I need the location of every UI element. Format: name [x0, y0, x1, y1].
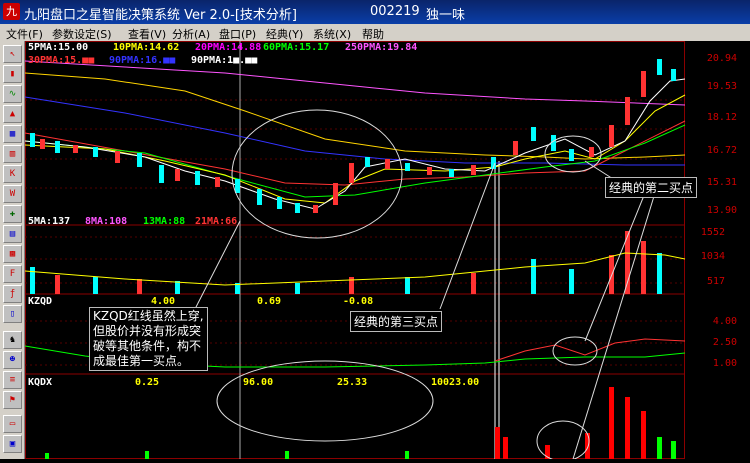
price-axis-label: 19.53 [706, 81, 737, 92]
pointer-line [584, 192, 646, 342]
kzqd-axis-label: 1.00 [712, 358, 737, 369]
app-logo-icon: 九 [3, 3, 20, 20]
kzqd-axis-label: 4.00 [712, 316, 737, 327]
flag-icon[interactable]: ⚑ [3, 391, 22, 409]
ma250-line [24, 60, 686, 106]
kqdx-value: 10023.00 [431, 377, 480, 388]
window-icon[interactable]: ▭ [3, 415, 22, 433]
ma-extra-label: 90PMA:1■.■■ [191, 55, 258, 66]
menu-classic[interactable]: 经典(Y) [266, 26, 303, 42]
ma250-label: 250PMA:19.84 [345, 42, 418, 53]
menu-bar: 文件(F) 参数设定(S) 查看(V) 分析(A) 盘口(P) 经典(Y) 系统… [0, 24, 750, 41]
ma10-label: 10PMA:14.62 [113, 42, 180, 53]
bar-icon[interactable]: ▥ [3, 145, 22, 163]
chart-canvas[interactable] [24, 41, 750, 462]
kqdx-bars [45, 387, 676, 459]
vol-ma13-label: 13MA:88 [143, 216, 186, 227]
kzqd-note-line: 成最佳第一买点。 [93, 354, 190, 368]
f10-icon[interactable]: F [3, 265, 22, 283]
menu-file[interactable]: 文件(F) [6, 26, 43, 42]
stat-icon[interactable]: ▩ [3, 245, 22, 263]
menu-view[interactable]: 查看(V) [128, 26, 166, 42]
cfg-icon[interactable]: ▣ [3, 435, 22, 453]
window-title: 九阳盘口之星智能决策系统 Ver 2.0-[技术分析] [24, 8, 298, 23]
ma20-label: 20PMA:14.88 [195, 42, 262, 53]
tick-icon[interactable]: ♞ [3, 331, 22, 349]
kzqd-title: KZQD [28, 296, 53, 307]
price-axis-label: 20.94 [706, 53, 737, 64]
candle-icon[interactable]: ▮ [3, 65, 22, 83]
menu-settings[interactable]: 参数设定(S) [52, 26, 112, 42]
second-buy-note: 经典的第二买点 [605, 177, 698, 198]
vol-ma21-label: 21MA:66 [195, 216, 238, 227]
list-icon[interactable]: ≡ [3, 371, 22, 389]
ma10-line [24, 94, 686, 204]
kqdx-title: KQDX [28, 377, 53, 388]
ma30-label: 30PMA:15.■■ [28, 55, 95, 66]
chart-icon[interactable]: ▦ [3, 125, 22, 143]
ma5-label: 5PMA:15.00 [28, 42, 89, 53]
pointer-line [194, 220, 241, 310]
ma90-line [24, 96, 685, 166]
grid-icon[interactable]: ▤ [3, 225, 22, 243]
kzqd-value: -0.08 [343, 296, 374, 307]
cursor-icon[interactable]: ↖ [3, 45, 22, 63]
ma90-label: 90PMA:16.■■ [109, 55, 176, 66]
chart-area[interactable]: 5PMA:15.00 10PMA:14.62 20PMA:14.88 60PMA… [24, 41, 750, 462]
kqdx-value: 0.25 [135, 377, 160, 388]
volume-bars [30, 231, 662, 294]
kzqd-value: 4.00 [151, 296, 176, 307]
ma60-line [24, 124, 686, 198]
menu-analysis[interactable]: 分析(A) [172, 26, 210, 42]
kzqd-value: 0.69 [257, 296, 282, 307]
panel-border [25, 41, 685, 459]
price-axis-label: 13.90 [706, 205, 737, 216]
vol-axis-label: 517 [706, 276, 725, 287]
tool-icon[interactable]: ✚ [3, 205, 22, 223]
vol-ma5-label: 5MA:137 [28, 216, 71, 227]
people-icon[interactable]: ☻ [3, 351, 22, 369]
vol-axis-label: 1034 [700, 251, 725, 262]
menu-system[interactable]: 系统(X) [313, 26, 351, 42]
indicator-icon[interactable]: ▲ [3, 105, 22, 123]
ellipse-highlight [536, 420, 590, 462]
kzqd-note-line: 但股价并没有形成突 [93, 324, 202, 338]
ellipse-highlight [216, 360, 434, 442]
menu-panel[interactable]: 盘口(P) [219, 26, 256, 42]
w-icon[interactable]: W [3, 185, 22, 203]
kzqd-note-line: 破等其他条件，构不 [93, 339, 202, 353]
vol-axis-label: 1552 [700, 227, 725, 238]
line-icon[interactable]: ∿ [3, 85, 22, 103]
ma60-label: 60PMA:15.17 [263, 42, 330, 53]
left-toolbar: ↖ ▮ ∿ ▲ ▦ ▥ K W ✚ ▤ ▩ F ƒ ▯ ♞ ☻ ≡ ⚑ ▭ ▣ [0, 41, 25, 459]
volume-ma-line [24, 252, 686, 286]
kzqd-axis-label: 2.50 [712, 337, 737, 348]
doc-icon[interactable]: ▯ [3, 305, 22, 323]
menu-help[interactable]: 帮助 [362, 26, 384, 42]
pointer-line [439, 162, 496, 310]
kqdx-value: 96.00 [243, 377, 274, 388]
stock-code: 002219 [370, 4, 420, 19]
price-axis-label: 16.72 [706, 145, 737, 156]
f-icon[interactable]: ƒ [3, 285, 22, 303]
kzqd-note-line: KZQD红线虽然上穿, [93, 309, 204, 323]
kzqd-note: KZQD红线虽然上穿, 但股价并没有形成突 破等其他条件，构不 成最佳第一买点。 [89, 307, 208, 371]
kqdx-value: 25.33 [337, 377, 368, 388]
kzqd-red-line [494, 338, 686, 362]
vol-ma8-label: 8MA:108 [85, 216, 128, 227]
title-bar: 九 九阳盘口之星智能决策系统 Ver 2.0-[技术分析] 002219 独一味 [0, 0, 750, 24]
k-icon[interactable]: K [3, 165, 22, 183]
price-axis-label: 18.12 [706, 112, 737, 123]
third-buy-note: 经典的第三买点 [350, 311, 443, 332]
stock-name: 独一味 [426, 8, 466, 23]
ellipse-highlight [552, 336, 598, 366]
